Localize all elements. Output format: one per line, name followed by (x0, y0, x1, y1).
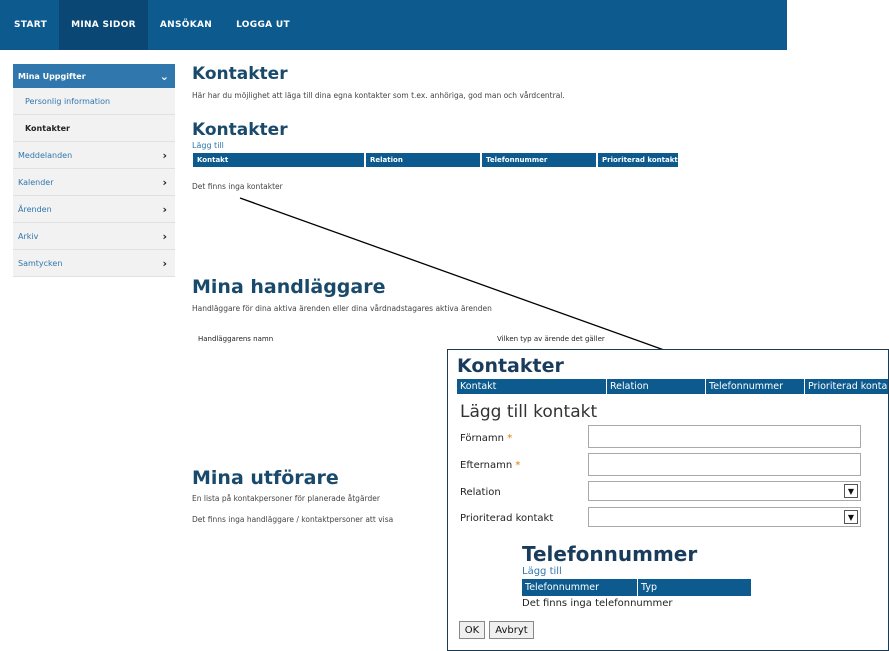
relation-select[interactable]: ▼ (588, 481, 861, 501)
column-header-kontakt: Kontakt (457, 379, 607, 394)
required-mark: * (507, 433, 513, 444)
top-navigation: START MINA SIDOR ANSÖKAN LOGGA UT (0, 0, 787, 50)
chevron-down-icon: ⌄ (159, 69, 169, 83)
chevron-right-icon: › (162, 148, 167, 162)
column-header-kontakt: Kontakt (193, 153, 364, 167)
performers-heading: Mina utförare (192, 467, 339, 489)
sidebar-section-mina-uppgifter[interactable]: Mina Uppgifter ⌄ (13, 64, 175, 88)
sidebar-item-personlig-information[interactable]: Personlig information (13, 88, 175, 115)
required-mark: * (515, 460, 521, 471)
add-phone-link[interactable]: Lägg till (522, 566, 562, 577)
lastname-input[interactable] (588, 453, 861, 476)
contacts-table-header: Kontakt Relation Telefonnummer Prioriter… (193, 153, 680, 167)
firstname-label: Förnamn * (460, 433, 513, 444)
nav-mina-sidor[interactable]: MINA SIDOR (59, 0, 148, 50)
column-header-telefonnummer: Telefonnummer (482, 153, 596, 167)
column-header-prioriterad: Prioriterad kontakt (598, 153, 678, 167)
sidebar-section-label: Mina Uppgifter (18, 71, 86, 81)
sidebar-item-label: Kalender (18, 177, 54, 187)
chevron-right-icon: › (162, 229, 167, 243)
dialog-subtitle: Lägg till kontakt (460, 402, 598, 422)
priority-select[interactable]: ▼ (588, 507, 861, 527)
sidebar-item-kontakter[interactable]: Kontakter (13, 115, 175, 142)
page-intro: Här har du möjlighet att läga till dina … (192, 91, 565, 100)
contacts-empty-message: Det finns inga kontakter (192, 182, 283, 191)
performers-empty-message: Det finns inga handläggare / kontaktpers… (192, 515, 394, 524)
performers-description: En lista på kontakpersoner för planerade… (192, 494, 380, 503)
nav-start[interactable]: START (2, 0, 59, 50)
phone-heading: Telefonnummer (522, 542, 698, 566)
dialog-contacts-table-header: Kontakt Relation Telefonnummer Prioriter… (457, 379, 889, 394)
contacts-heading: Kontakter (192, 120, 288, 140)
column-header-relation: Relation (607, 379, 706, 394)
column-header-telefonnummer: Telefonnummer (522, 579, 638, 596)
sidebar: Mina Uppgifter ⌄ Personlig information K… (13, 64, 175, 277)
sidebar-item-kalender[interactable]: Kalender › (13, 169, 175, 196)
relation-label: Relation (460, 487, 501, 498)
handlers-heading: Mina handläggare (192, 276, 386, 298)
sidebar-item-arenden[interactable]: Ärenden › (13, 196, 175, 223)
column-header-relation: Relation (366, 153, 480, 167)
dialog-title: Kontakter (457, 355, 564, 377)
sidebar-item-label: Arkiv (18, 231, 39, 241)
sidebar-item-arkiv[interactable]: Arkiv › (13, 223, 175, 250)
page-title: Kontakter (192, 64, 288, 84)
handlers-description: Handläggare för dina aktiva ärenden elle… (192, 304, 492, 313)
priority-label: Prioriterad kontakt (460, 513, 554, 524)
column-header-typ: Typ (641, 582, 657, 593)
nav-ansokan[interactable]: ANSÖKAN (148, 0, 224, 50)
lastname-label: Efternamn * (460, 460, 521, 471)
column-header-telefonnummer: Telefonnummer (706, 379, 805, 394)
sidebar-item-label: Ärenden (18, 204, 52, 214)
column-header-prioriterad: Prioriterad kontakt (808, 381, 889, 392)
chevron-right-icon: › (162, 202, 167, 216)
nav-logga-ut[interactable]: LOGGA UT (224, 0, 302, 50)
handlers-column-name: Handläggarens namn (198, 335, 274, 343)
handlers-column-type: Vilken typ av ärende det gäller (497, 335, 605, 343)
sidebar-item-meddelanden[interactable]: Meddelanden › (13, 142, 175, 169)
chevron-down-icon[interactable]: ▼ (844, 510, 858, 524)
firstname-input[interactable] (588, 425, 861, 448)
ok-button[interactable]: OK (459, 621, 485, 639)
phone-table-header: Telefonnummer Typ (522, 579, 751, 596)
chevron-right-icon: › (162, 256, 167, 270)
chevron-down-icon[interactable]: ▼ (844, 484, 858, 498)
add-contact-dialog: Kontakter Kontakt Relation Telefonnummer… (447, 349, 889, 651)
chevron-right-icon: › (162, 175, 167, 189)
cancel-button[interactable]: Avbryt (489, 621, 534, 639)
phone-empty-message: Det finns inga telefonnummer (522, 598, 673, 609)
sidebar-item-label: Samtycken (18, 258, 63, 268)
add-contact-link[interactable]: Lägg till (192, 141, 224, 150)
sidebar-item-label: Meddelanden (18, 150, 73, 160)
sidebar-item-samtycken[interactable]: Samtycken › (13, 250, 175, 277)
